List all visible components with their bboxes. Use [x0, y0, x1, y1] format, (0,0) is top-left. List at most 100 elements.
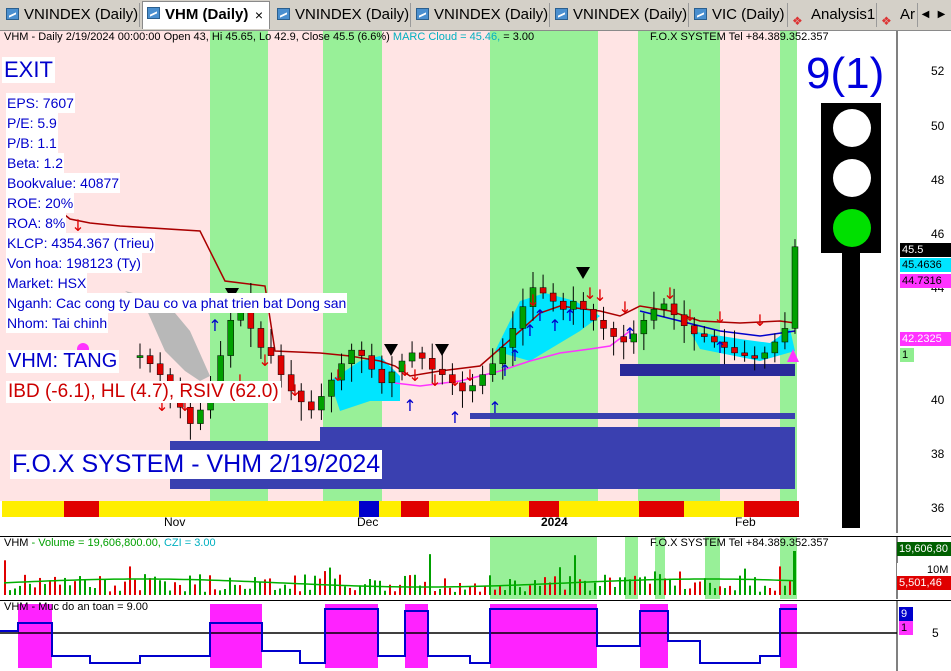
- volume-bar: [159, 580, 161, 595]
- tab-label: Ar: [900, 6, 915, 23]
- tab-vhm-daily[interactable]: VHM (Daily) ×: [142, 1, 270, 29]
- candle-body: [358, 349, 365, 356]
- safety-zone-bar: [640, 604, 668, 668]
- tab-vnindex-daily-3[interactable]: VNINDEX (Daily): [412, 3, 550, 27]
- volume-bar: [454, 591, 456, 595]
- volume-bar: [394, 591, 396, 595]
- tab-analysis2[interactable]: ❖ Ar: [878, 3, 918, 27]
- exit-signal-label: EXIT: [2, 57, 55, 83]
- tab-vnindex-daily-4[interactable]: VNINDEX (Daily): [551, 3, 689, 27]
- volume-bar: [434, 591, 436, 595]
- down-arrow-icon: ↓: [593, 286, 606, 305]
- volume-bar: [709, 582, 711, 595]
- volume-bar: [554, 576, 556, 595]
- volume-bar: [144, 574, 146, 595]
- up-arrow-icon: ↑: [623, 324, 636, 343]
- candle-body: [761, 352, 769, 359]
- volume-bar: [529, 585, 531, 595]
- volume-bar: [414, 574, 416, 595]
- volume-bar: [564, 589, 566, 595]
- chart-icon: [147, 7, 160, 19]
- volume-bar: [629, 579, 631, 595]
- candle-body: [600, 319, 607, 329]
- volume-bar: [409, 575, 411, 595]
- volume-bar: [494, 589, 496, 595]
- volume-bar: [634, 575, 636, 595]
- indicator-values: IBD (-6.1), HL (4.7), RSIV (62.0): [6, 381, 281, 403]
- down-arrow-icon: ↓: [448, 371, 461, 390]
- volume-bar: [324, 571, 326, 595]
- roe-value: ROE: 20%: [6, 193, 75, 213]
- tab-vic-daily[interactable]: VIC (Daily): [690, 3, 788, 27]
- volume-bar: [774, 590, 776, 595]
- status-strip-segment: [379, 501, 401, 517]
- up-arrow-icon: ↑: [548, 316, 561, 335]
- volume-bar: [104, 579, 106, 595]
- volume-bar: [59, 584, 61, 595]
- analysis-icon: ❖: [792, 14, 803, 27]
- candle-body: [318, 396, 325, 411]
- volume-bar: [584, 580, 586, 595]
- volume-bar: [334, 578, 336, 595]
- volume-bar: [94, 588, 96, 595]
- tab-vnindex-daily-2[interactable]: VNINDEX (Daily): [273, 3, 411, 27]
- safety-tick-5: 5: [930, 626, 950, 640]
- safety-zone-bar: [405, 604, 428, 668]
- volume-bar: [784, 585, 786, 595]
- tab-scroll-right-button[interactable]: ▶: [934, 6, 949, 24]
- eps-value: EPS: 7607: [6, 93, 75, 113]
- candle-body: [549, 292, 557, 302]
- volume-pane[interactable]: VHM - Volume = 19,606,800.00, CZI = 3.00…: [0, 536, 951, 599]
- close-tab-icon[interactable]: ×: [255, 2, 263, 28]
- tab-scroll-left-button[interactable]: ◀: [918, 6, 933, 24]
- volume-bar: [74, 581, 76, 595]
- volume-bar: [189, 575, 191, 595]
- volume-bar: [199, 574, 201, 595]
- candle-body: [308, 401, 315, 411]
- volume-bar: [349, 587, 351, 595]
- chart-icon: [416, 8, 429, 20]
- down-arrow-icon: ↓: [288, 381, 301, 400]
- up-arrow-icon: ↑: [563, 306, 576, 325]
- volume-bar: [214, 589, 216, 595]
- volume-bar: [539, 585, 541, 595]
- support-zone: [470, 413, 795, 419]
- support-zone: [320, 427, 795, 489]
- tab-label: VNINDEX (Daily): [573, 6, 688, 23]
- volume-bar: [479, 591, 481, 595]
- volume-bar: [714, 588, 716, 595]
- volume-header-czi: CZI = 3.00: [163, 537, 216, 549]
- tab-label: VNINDEX (Daily): [434, 6, 549, 23]
- candle-body: [388, 371, 396, 384]
- volume-bar: [789, 581, 791, 595]
- volume-bar: [689, 588, 691, 595]
- candle-body: [469, 385, 476, 392]
- candle-body: [509, 328, 517, 348]
- volume-bar: [514, 580, 516, 595]
- volume-bar: [194, 584, 196, 595]
- volume-bar: [609, 577, 611, 595]
- volume-bar: [174, 582, 176, 595]
- down-arrow-icon: ↓: [618, 298, 631, 317]
- safety-pane[interactable]: VHM - Muc do an toan = 9.00 9 1 5: [0, 600, 951, 671]
- volume-bar: [544, 577, 546, 595]
- price-pane[interactable]: ↓↓↓↓↓↓↓↓↓↓↓↓↓↓↓↓↓↓↓↓↑↑↑↑↑↑↑↑↑↑↑↑ VHM - D…: [0, 31, 951, 533]
- down-arrow-icon: ↓: [753, 311, 766, 330]
- volume-bar: [524, 591, 526, 595]
- candle-body: [479, 374, 486, 386]
- candle-body: [660, 303, 668, 310]
- traffic-light-pole: [842, 253, 860, 528]
- tab-vnindex-daily-1[interactable]: VNINDEX (Daily): [2, 3, 140, 27]
- volume-bar: [184, 591, 186, 595]
- market-value: Market: HSX: [6, 273, 88, 293]
- marc-cloud-value: MARC Cloud = 45.46,: [392, 31, 501, 43]
- volume-bar: [509, 579, 511, 595]
- y-tick-52: 52: [931, 64, 945, 78]
- safety-signal-label: 1: [899, 621, 913, 635]
- status-strip-segment: [639, 501, 684, 517]
- volume-bar: [134, 579, 136, 595]
- tab-analysis1[interactable]: ❖ Analysis1: [789, 3, 877, 27]
- volume-bar: [474, 583, 476, 595]
- volume-bar: [614, 586, 616, 595]
- chart-icon: [555, 8, 568, 20]
